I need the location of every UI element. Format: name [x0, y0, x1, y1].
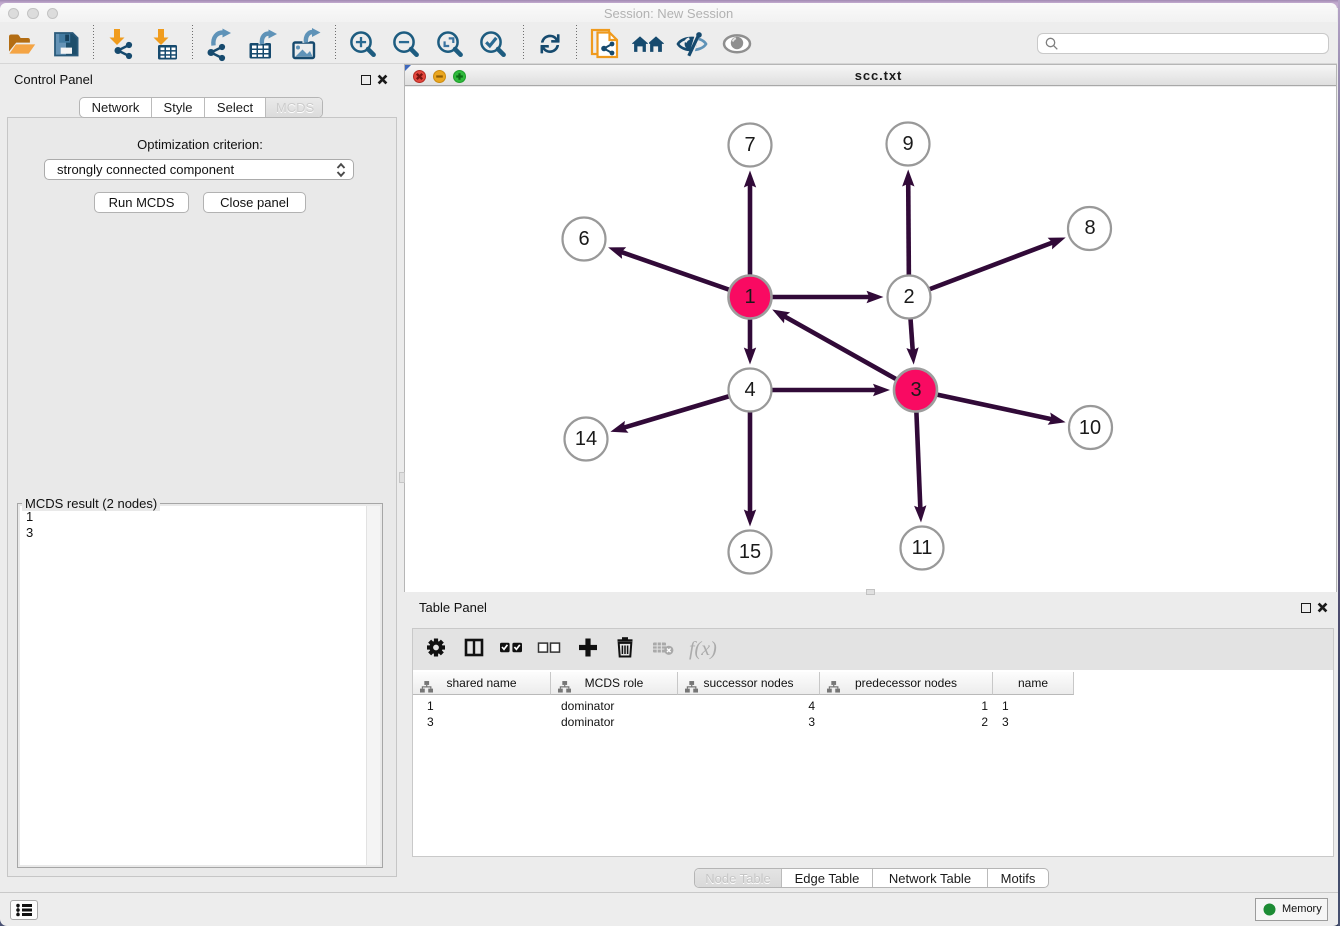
- svg-text:f(x): f(x): [689, 638, 717, 660]
